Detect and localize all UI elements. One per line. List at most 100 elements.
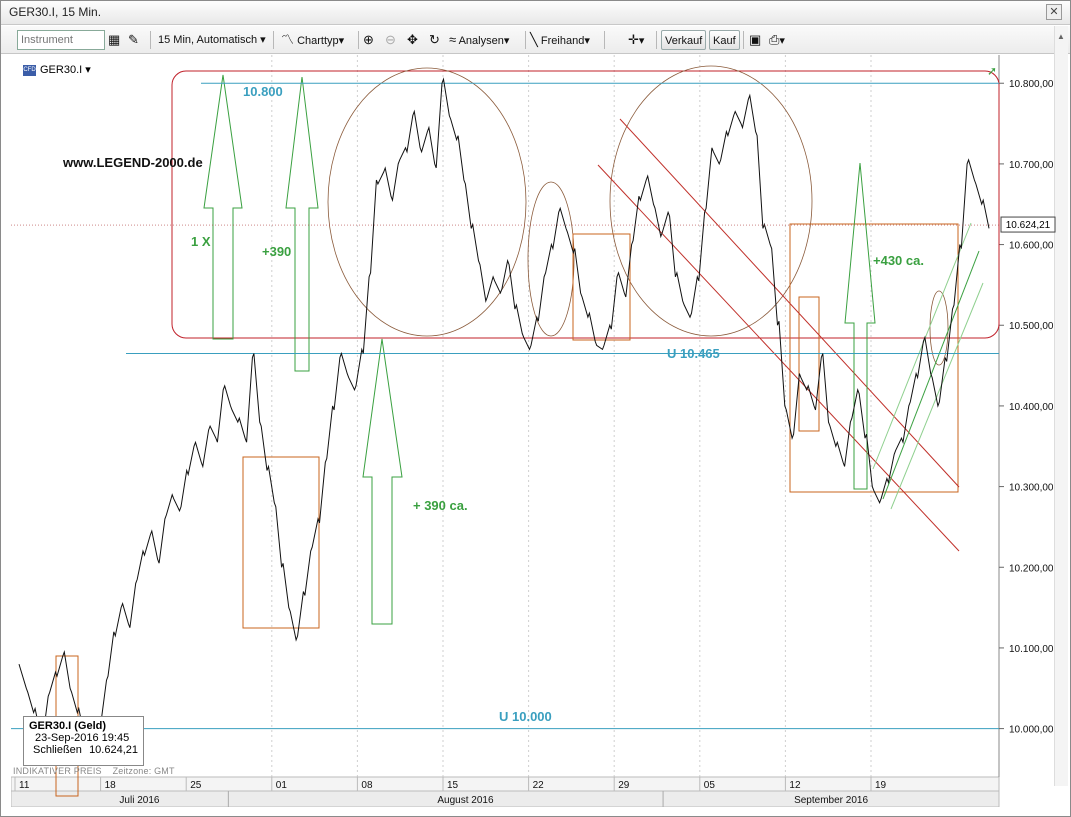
- pan-button[interactable]: ✥: [407, 30, 418, 50]
- close-icon: ✕: [1049, 6, 1059, 18]
- x-tick-label: 18: [105, 780, 117, 791]
- y-tick-label: 10.300,00: [1009, 483, 1054, 494]
- chevron-down-icon: ▾: [338, 35, 345, 47]
- freihand-label: Freihand: [540, 35, 585, 47]
- instrument-input[interactable]: [17, 30, 105, 50]
- toolbar-separator: [150, 31, 151, 49]
- annotation-390: +390: [262, 244, 291, 259]
- charttype-label: Charttyp: [297, 35, 339, 47]
- chevron-down-icon: ▾: [638, 35, 645, 47]
- zoom-in-icon: ⊕: [363, 32, 374, 47]
- y-tick-label: 10.600,00: [1009, 241, 1054, 252]
- chart-settings-icon: ▣: [749, 32, 762, 47]
- y-tick-label: 10.500,00: [1009, 321, 1054, 332]
- title-bar: GER30.I, 15 Min. ✕: [1, 1, 1070, 25]
- scroll-up-icon[interactable]: ▲: [1057, 32, 1065, 41]
- month-label: August 2016: [437, 795, 494, 806]
- charttype-menu[interactable]: 〽 Charttyp▾: [281, 30, 344, 50]
- print-icon: ⎙: [769, 32, 780, 47]
- instrument-search-icon[interactable]: ▦: [108, 30, 120, 50]
- annotation-430-ca: +430 ca.: [873, 253, 924, 268]
- x-tick-label: 08: [361, 780, 373, 791]
- zeitzone-label: Zeitzone: GMT: [112, 766, 175, 776]
- mode-label: Automatisch: [196, 34, 258, 46]
- x-axis: 11 18 25 01 08 15 22 29 05 12 19 Juli 2016 August 20…: [11, 776, 1000, 807]
- indicator-icon: ≈: [449, 32, 457, 47]
- watermark-text: www.LEGEND-2000.de: [62, 155, 203, 170]
- vertical-scrollbar[interactable]: ▲: [1054, 26, 1068, 786]
- price-tag: 10.624,21: [1000, 216, 1056, 233]
- toolbar-separator: [743, 31, 744, 49]
- info-close-value: 10.624,21: [89, 744, 138, 756]
- settings-button[interactable]: ▣: [749, 30, 761, 50]
- x-tick-label: 19: [875, 780, 887, 791]
- y-tick-label: 10.000,00: [1009, 725, 1054, 736]
- crosshair-menu[interactable]: ✛▾: [628, 30, 644, 50]
- level-10000-label: U 10.000: [499, 709, 552, 724]
- compare-icon[interactable]: ✎: [128, 30, 139, 50]
- footer-note: INDIKATIVER PREIS Zeitzone: GMT: [13, 766, 175, 776]
- level-10465-label: U 10.465: [667, 346, 720, 361]
- interval-select[interactable]: 15 Min, Automatisch ▾: [158, 30, 266, 50]
- x-tick-label: 05: [704, 780, 716, 791]
- toolbar-separator: [656, 31, 657, 49]
- x-tick-label: 11: [19, 780, 30, 791]
- toolbar-separator: [525, 31, 526, 49]
- zoom-out-icon: ⊖: [385, 32, 396, 47]
- chart-instrument-label[interactable]: CFD GER30.I ▾: [23, 63, 91, 76]
- info-box: GER30.I (Geld) 23-Sep-2016 19:45 Schließ…: [23, 716, 144, 766]
- analysen-menu[interactable]: ≈ Analysen▾: [449, 30, 509, 50]
- chevron-down-icon: ▾: [779, 35, 785, 47]
- chevron-down-icon: ▾: [260, 34, 266, 46]
- instrument-name: GER30.I: [40, 64, 83, 76]
- month-label: September 2016: [794, 795, 868, 806]
- chart-window: GER30.I, 15 Min. ✕ ▦ ✎ 15 Min, Automatis…: [0, 0, 1071, 817]
- y-axis: 10.000,00 10.100,00 10.200,00 10.300,00 10.4…: [998, 55, 1054, 777]
- toolbar-separator: [358, 31, 359, 49]
- y-tick-label: 10.100,00: [1009, 644, 1054, 655]
- analysen-label: Analysen: [458, 35, 504, 47]
- reset-button[interactable]: ↻: [429, 30, 440, 50]
- level-10800-label: 10.800: [243, 84, 283, 99]
- zoom-out-button[interactable]: ⊖: [385, 30, 396, 50]
- chevron-down-icon: ▾: [85, 64, 91, 76]
- expand-icon[interactable]: ➚: [987, 64, 997, 78]
- x-tick-label: 29: [618, 780, 630, 791]
- window-title: GER30.I, 15 Min.: [9, 5, 102, 19]
- annotation-1x: 1 X: [191, 234, 211, 249]
- price-chart: 11 18 25 01 08 15 22 29 05 12 19 Juli 2016 August 20…: [11, 55, 1056, 807]
- y-tick-label: 10.400,00: [1009, 402, 1054, 413]
- interval-label: 15 Min,: [158, 34, 195, 46]
- x-tick-label: 22: [533, 780, 545, 791]
- x-tick-label: 15: [447, 780, 459, 791]
- info-title: GER30.I (Geld): [29, 720, 107, 732]
- y-tick-label: 10.800,00: [1009, 79, 1054, 90]
- y-tick-label: 10.700,00: [1009, 160, 1054, 171]
- toolbar: ▦ ✎ 15 Min, Automatisch ▾ 〽 Charttyp▾ ⊕ …: [1, 26, 1070, 54]
- annotation-390-ca: + 390 ca.: [413, 498, 468, 513]
- x-tick-label: 12: [789, 780, 801, 791]
- line-chart-icon: 〽: [281, 32, 295, 47]
- zoom-in-button[interactable]: ⊕: [363, 30, 374, 50]
- x-axis-band: [11, 776, 1000, 792]
- print-menu[interactable]: ⎙▾: [769, 30, 785, 50]
- chevron-down-icon: ▾: [584, 35, 590, 47]
- freihand-menu[interactable]: ╲ Freihand▾: [530, 30, 590, 50]
- y-tick-label: 10.200,00: [1009, 563, 1054, 574]
- toolbar-separator: [604, 31, 605, 49]
- crosshair-icon: ✛: [628, 32, 639, 47]
- x-tick-label: 01: [276, 780, 288, 791]
- price-tag-label: 10.624,21: [1006, 220, 1051, 231]
- chevron-down-icon: ▾: [503, 35, 510, 47]
- month-label: Juli 2016: [119, 795, 159, 806]
- x-tick-label: 25: [190, 780, 202, 791]
- kauf-button[interactable]: Kauf: [709, 30, 740, 50]
- info-close-label: Schließen: [33, 744, 82, 756]
- info-datetime: 23-Sep-2016 19:45: [35, 732, 130, 744]
- verkauf-button[interactable]: Verkauf: [661, 30, 707, 50]
- close-button[interactable]: ✕: [1046, 4, 1062, 20]
- cfd-logo-icon: CFD: [23, 64, 36, 76]
- toolbar-separator: [273, 31, 274, 49]
- refresh-icon: ↻: [429, 32, 440, 47]
- indikativ-label: INDIKATIVER PREIS: [13, 766, 102, 776]
